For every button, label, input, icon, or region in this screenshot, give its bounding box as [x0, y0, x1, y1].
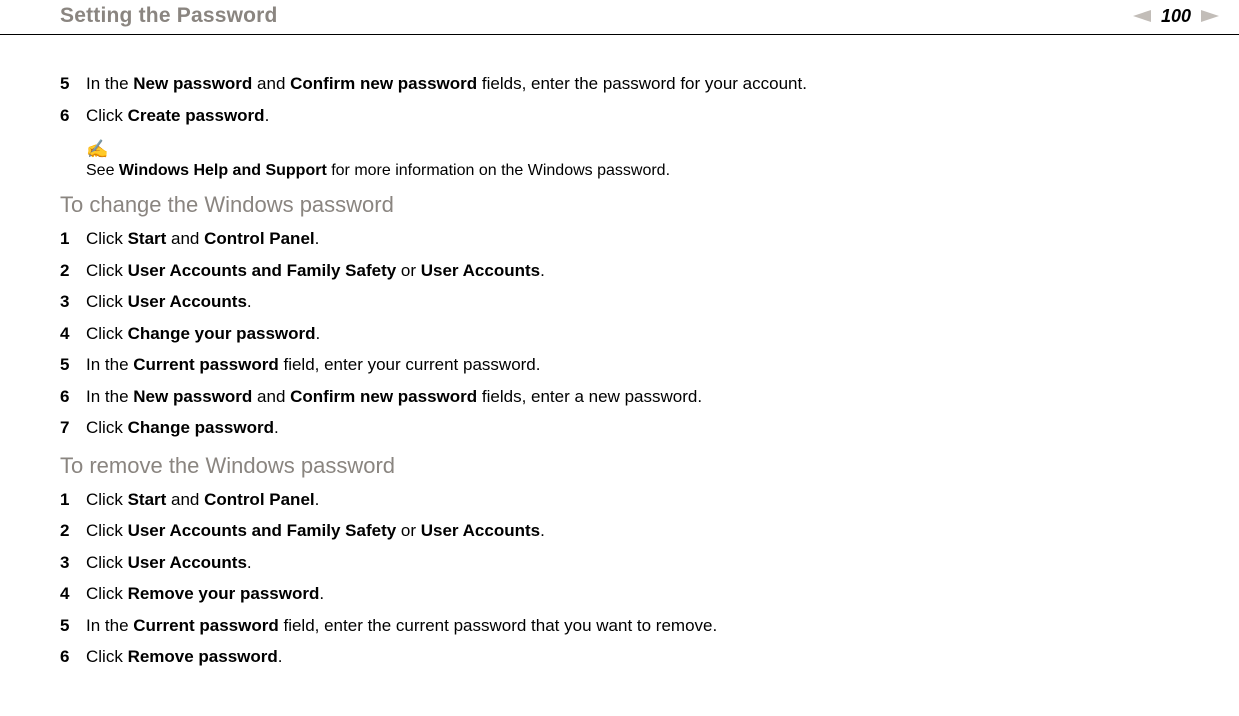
step-text: Click Start and Control Panel. [86, 226, 1179, 252]
step-text: Click Create password. [86, 103, 1179, 129]
step-item: 6 Click Remove password. [60, 644, 1179, 670]
step-text: Click Remove password. [86, 644, 1179, 670]
step-text: Click Remove your password. [86, 581, 1179, 607]
step-item: 4 Click Remove your password. [60, 581, 1179, 607]
prev-page-icon[interactable] [1133, 10, 1151, 22]
step-item: 7 Click Change password. [60, 415, 1179, 441]
step-number: 3 [60, 550, 86, 576]
step-number: 2 [60, 258, 86, 284]
step-number: 6 [60, 384, 86, 410]
step-item: 5 In the Current password field, enter y… [60, 352, 1179, 378]
step-text: In the New password and Confirm new pass… [86, 384, 1179, 410]
step-text: Click Change your password. [86, 321, 1179, 347]
note-block: ✍ See Windows Help and Support for more … [86, 140, 1179, 180]
step-number: 6 [60, 644, 86, 670]
page-header: Setting the Password 100 [0, 0, 1239, 35]
step-text: Click User Accounts. [86, 289, 1179, 315]
step-item: 2 Click User Accounts and Family Safety … [60, 258, 1179, 284]
step-text: In the New password and Confirm new pass… [86, 71, 1179, 97]
step-number: 2 [60, 518, 86, 544]
note-text: See Windows Help and Support for more in… [86, 162, 670, 179]
step-text: In the Current password field, enter the… [86, 613, 1179, 639]
step-number: 1 [60, 226, 86, 252]
step-item: 5 In the New password and Confirm new pa… [60, 71, 1179, 97]
step-item: 4 Click Change your password. [60, 321, 1179, 347]
step-number: 4 [60, 321, 86, 347]
step-text: Click User Accounts and Family Safety or… [86, 518, 1179, 544]
page-content: 5 In the New password and Confirm new pa… [0, 35, 1239, 716]
section-heading: To change the Windows password [60, 192, 1179, 218]
step-number: 3 [60, 289, 86, 315]
step-text: Click Start and Control Panel. [86, 487, 1179, 513]
next-page-icon[interactable] [1201, 10, 1219, 22]
step-number: 6 [60, 103, 86, 129]
step-number: 1 [60, 487, 86, 513]
step-text: Click User Accounts and Family Safety or… [86, 258, 1179, 284]
step-item: 6 Click Create password. [60, 103, 1179, 129]
page-navigation: 100 [1133, 6, 1219, 27]
step-text: Click User Accounts. [86, 550, 1179, 576]
step-number: 5 [60, 71, 86, 97]
page-number: 100 [1157, 6, 1195, 27]
step-item: 6 In the New password and Confirm new pa… [60, 384, 1179, 410]
step-text: Click Change password. [86, 415, 1179, 441]
step-item: 2 Click User Accounts and Family Safety … [60, 518, 1179, 544]
step-number: 4 [60, 581, 86, 607]
step-number: 5 [60, 613, 86, 639]
step-number: 5 [60, 352, 86, 378]
step-item: 1 Click Start and Control Panel. [60, 487, 1179, 513]
step-item: 3 Click User Accounts. [60, 289, 1179, 315]
note-icon: ✍ [86, 140, 1179, 158]
step-item: 1 Click Start and Control Panel. [60, 226, 1179, 252]
step-item: 5 In the Current password field, enter t… [60, 613, 1179, 639]
step-number: 7 [60, 415, 86, 441]
step-item: 3 Click User Accounts. [60, 550, 1179, 576]
page-title: Setting the Password [60, 4, 278, 28]
section-heading: To remove the Windows password [60, 453, 1179, 479]
step-text: In the Current password field, enter you… [86, 352, 1179, 378]
